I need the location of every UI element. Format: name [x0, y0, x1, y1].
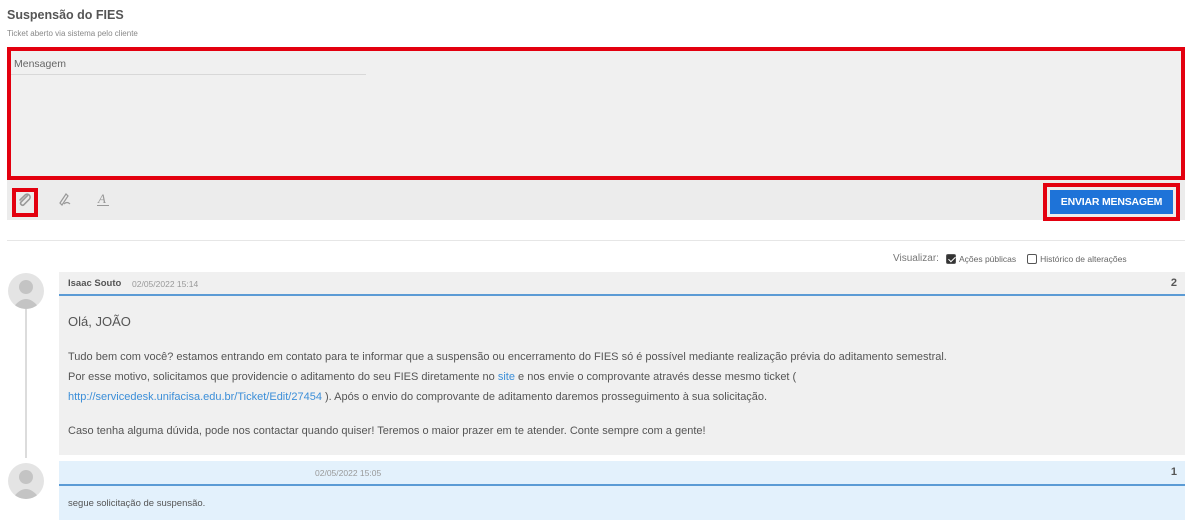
message-body: Olá, JOÃO Tudo bem com você? estamos ent…: [68, 312, 1178, 455]
message-greeting: Olá, JOÃO: [68, 314, 131, 329]
site-link[interactable]: site: [498, 371, 515, 383]
message-body: segue solicitação de suspensão.: [68, 498, 206, 509]
ticket-subtitle: Ticket aberto via sistema pelo cliente: [7, 29, 138, 38]
user-icon: [12, 280, 40, 309]
message-header: Isaac Souto 02/05/2022 15:14 2: [59, 272, 1185, 296]
message-date: 02/05/2022 15:05: [315, 468, 382, 478]
editor-label: Mensagem: [14, 58, 66, 70]
timeline-line: [25, 303, 27, 458]
svg-text:A: A: [97, 191, 106, 206]
section-divider: [7, 240, 1185, 241]
message-text: Tudo bem com você? estamos entrando em c…: [68, 351, 947, 363]
message-number: 1: [1170, 466, 1177, 478]
message-text: ). Após o envio do comprovante de aditam…: [321, 391, 768, 403]
public-actions-label: Ações públicas: [958, 253, 1017, 264]
message-paragraph: Tudo bem com você? estamos entrando em c…: [68, 347, 1178, 407]
message-editor[interactable]: Mensagem: [7, 47, 1185, 180]
message-author: Isaac Souto: [68, 278, 122, 289]
message-number: 2: [1170, 277, 1177, 289]
message-date: 02/05/2022 15:14: [132, 279, 199, 289]
paperclip-icon: [18, 193, 32, 212]
message-text: e nos envie o comprovante através desse …: [514, 371, 797, 383]
ticket-url-link[interactable]: http://servicedesk.unifacisa.edu.br/Tick…: [68, 391, 322, 403]
text-format-icon: A: [95, 191, 111, 212]
public-actions-option[interactable]: Ações públicas: [945, 253, 1017, 264]
change-history-checkbox[interactable]: [1027, 253, 1038, 264]
attach-button[interactable]: [12, 188, 38, 217]
send-button-highlight: ENVIAR MENSAGEM: [1043, 183, 1180, 221]
public-actions-checkbox[interactable]: [945, 253, 956, 264]
message-input[interactable]: [11, 75, 1181, 176]
view-filter: Visualizar: Ações públicas Histórico de …: [893, 253, 1127, 264]
view-label: Visualizar:: [893, 253, 939, 264]
signature-icon: [57, 191, 73, 212]
avatar: [8, 463, 44, 499]
send-message-button[interactable]: ENVIAR MENSAGEM: [1050, 190, 1173, 214]
message-paragraph: Caso tenha alguma dúvida, pode nos conta…: [68, 425, 706, 437]
message-text: Por esse motivo, solicitamos que provide…: [68, 371, 498, 383]
user-icon: [12, 470, 40, 499]
text-format-button[interactable]: A: [93, 191, 113, 211]
change-history-label: Histórico de alterações: [1040, 253, 1127, 264]
avatar: [8, 273, 44, 309]
message-item: Isaac Souto 02/05/2022 15:14 2 Olá, JOÃO…: [59, 272, 1185, 455]
signature-button[interactable]: [55, 191, 75, 211]
ticket-title: Suspensão do FIES: [7, 8, 124, 22]
message-header: 02/05/2022 15:05 1: [59, 461, 1185, 486]
editor-toolbar: A ENVIAR MENSAGEM: [7, 180, 1185, 221]
change-history-option[interactable]: Histórico de alterações: [1027, 253, 1127, 264]
message-item: 02/05/2022 15:05 1 segue solicitação de …: [59, 461, 1185, 520]
